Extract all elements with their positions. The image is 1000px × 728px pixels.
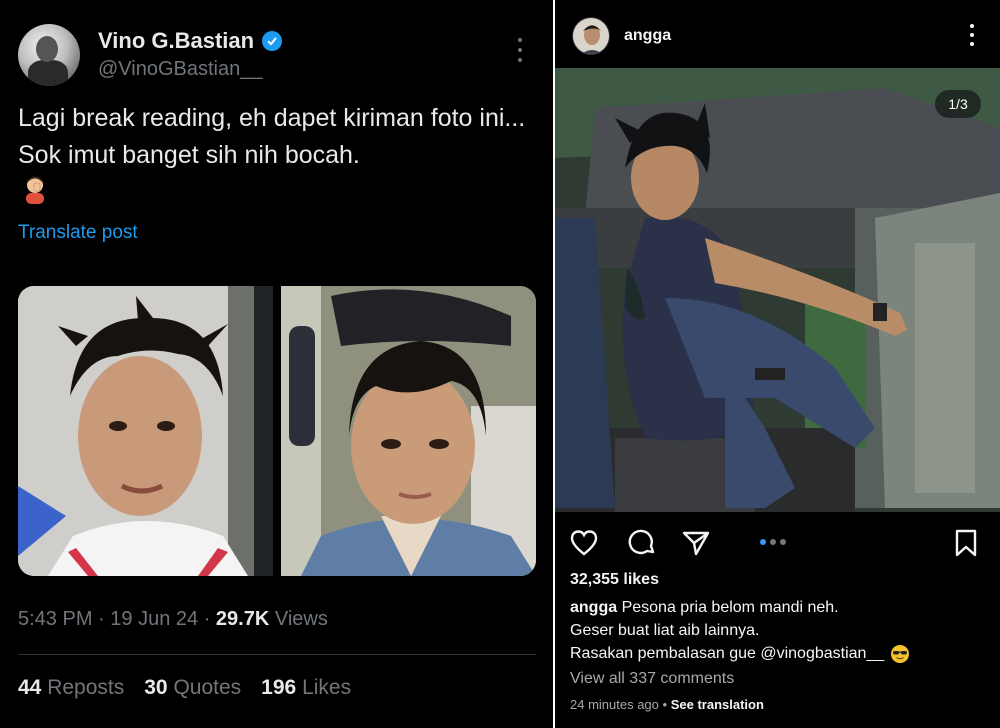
tweet-time[interactable]: 5:43 PM bbox=[18, 608, 92, 630]
bookmark-icon[interactable] bbox=[951, 528, 981, 558]
twitter-handle[interactable]: @VinoGBastian__ bbox=[98, 58, 262, 81]
instagram-action-bar bbox=[555, 524, 1000, 560]
see-translation-link[interactable]: See translation bbox=[671, 697, 764, 712]
likes-count: 196 bbox=[261, 676, 297, 699]
reposts-label: Reposts bbox=[47, 676, 125, 699]
post-time: 24 minutes ago • See translation bbox=[570, 697, 764, 712]
views-label: Views bbox=[274, 608, 328, 630]
post-caption: angga Pesona pria belom mandi neh. Geser… bbox=[570, 596, 990, 665]
likes-count[interactable]: 32,355 likes bbox=[570, 571, 659, 589]
twitter-post: Vino G.Bastian @VinoGBastian__ Lagi brea… bbox=[0, 0, 553, 728]
instagram-username[interactable]: angga bbox=[624, 27, 671, 45]
engagement-stats: 44 Reposts 30 Quotes 196 Likes bbox=[18, 676, 351, 700]
time-ago: 24 minutes ago bbox=[570, 697, 659, 712]
instagram-avatar[interactable] bbox=[572, 17, 610, 55]
more-options-icon[interactable] bbox=[969, 24, 975, 46]
twitter-display-name[interactable]: Vino G.Bastian bbox=[98, 28, 283, 54]
caption-line-1: Pesona pria belom mandi neh. bbox=[621, 599, 839, 616]
view-all-comments-link[interactable]: View all 337 comments bbox=[570, 670, 734, 688]
reposts-count: 44 bbox=[18, 676, 42, 699]
tweet-photo-1[interactable] bbox=[18, 286, 273, 576]
caption-line-3: Rasakan pembalasan gue @vinogbastian__ bbox=[570, 645, 885, 662]
tweet-date[interactable]: 19 Jun 24 bbox=[110, 608, 198, 630]
instagram-photo[interactable]: 1/3 bbox=[555, 68, 1000, 512]
verified-badge-icon bbox=[262, 31, 283, 51]
sunglasses-emoji-icon bbox=[890, 644, 910, 664]
likes-label: Likes bbox=[302, 676, 352, 699]
quotes-label: Quotes bbox=[173, 676, 242, 699]
comment-icon[interactable] bbox=[627, 528, 657, 558]
tweet-photo-2[interactable] bbox=[281, 286, 536, 576]
carousel-dot bbox=[760, 539, 766, 545]
tweet-metadata: 5:43 PM · 19 Jun 24 · 29.7K Views bbox=[18, 608, 328, 630]
caption-username[interactable]: angga bbox=[570, 599, 617, 616]
caption-line-2: Geser buat liat aib lainnya. bbox=[570, 622, 760, 639]
tweet-text: Lagi break reading, eh dapet kiriman fot… bbox=[18, 104, 526, 169]
heart-icon[interactable] bbox=[569, 528, 599, 558]
share-icon[interactable] bbox=[681, 528, 711, 558]
translate-post-link[interactable]: Translate post bbox=[18, 222, 138, 244]
quotes-link[interactable]: 30 Quotes bbox=[144, 676, 241, 700]
carousel-dot bbox=[770, 539, 776, 545]
reposts-link[interactable]: 44 Reposts bbox=[18, 676, 124, 700]
divider bbox=[18, 654, 536, 655]
tweet-media[interactable] bbox=[18, 286, 536, 576]
instagram-post: angga 1/3 32,355 likes angga Pesona pria… bbox=[555, 0, 1000, 728]
likes-link[interactable]: 196 Likes bbox=[261, 676, 351, 700]
twitter-avatar[interactable] bbox=[18, 24, 80, 86]
views-count: 29.7K bbox=[215, 608, 270, 630]
carousel-dot bbox=[780, 539, 786, 545]
carousel-dots bbox=[760, 539, 786, 545]
more-options-icon[interactable] bbox=[516, 38, 524, 62]
quotes-count: 30 bbox=[144, 676, 168, 699]
man-facepalming-emoji-icon bbox=[20, 174, 50, 204]
twitter-display-name-text[interactable]: Vino G.Bastian bbox=[98, 28, 254, 54]
carousel-counter: 1/3 bbox=[935, 90, 981, 118]
